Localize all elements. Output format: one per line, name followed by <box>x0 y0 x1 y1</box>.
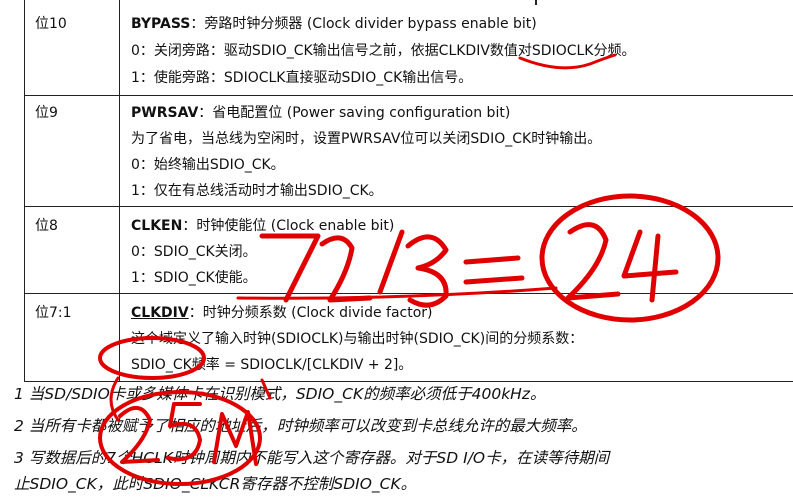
digit-four-stroke <box>621 229 679 279</box>
handwritten-annotations <box>98 53 721 486</box>
digit-seven-stroke <box>259 233 321 303</box>
digit-two-stroke <box>118 406 160 464</box>
circle-stroke <box>98 336 206 380</box>
letter-m-stroke <box>212 410 258 466</box>
digit-four-stroke <box>649 233 661 303</box>
mark-stroke <box>260 378 272 400</box>
underline-stroke <box>518 53 617 70</box>
digit-five-stroke <box>166 402 202 462</box>
slash-stroke <box>377 229 405 295</box>
equals-stroke <box>463 255 521 265</box>
digit-two-stroke <box>565 222 621 301</box>
digit-two-stroke <box>319 235 373 303</box>
equals-stroke <box>463 275 525 285</box>
